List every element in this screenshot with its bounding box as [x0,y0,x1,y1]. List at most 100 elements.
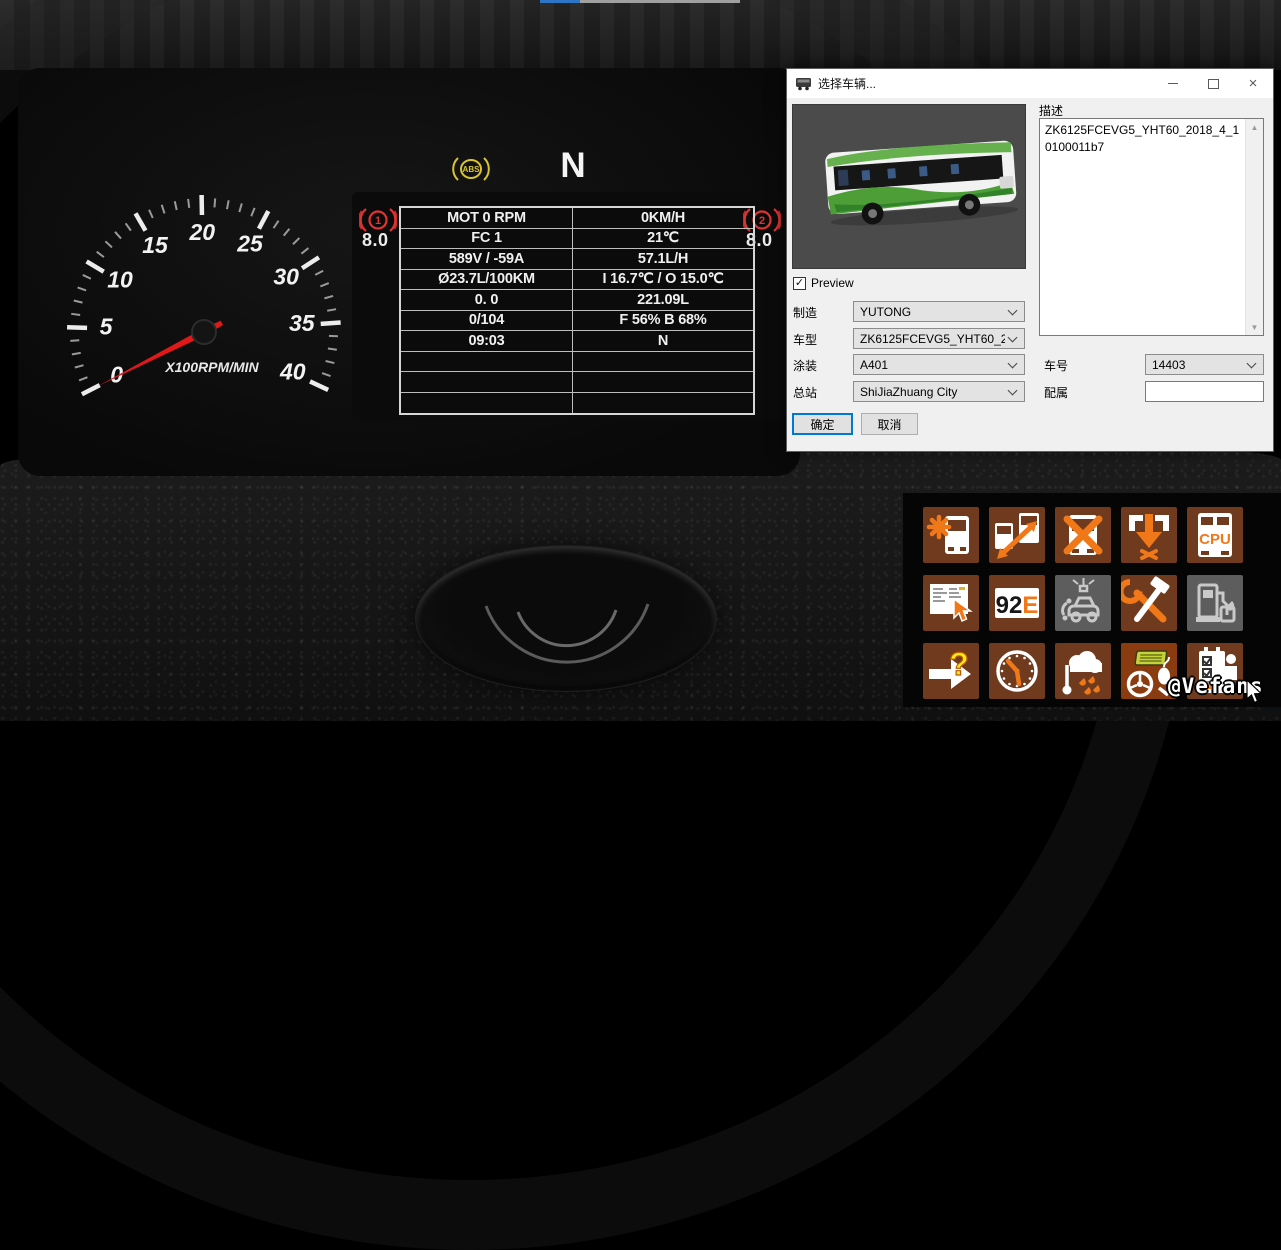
display-cell-right: 21℃ [573,229,753,249]
vehicle-preview-image [792,104,1026,269]
gear-indicator: N [548,146,598,186]
description-text: ZK6125FCEVG5_YHT60_2018_4_10100011b7 [1045,122,1243,156]
minimize-icon [1168,83,1178,84]
ok-button[interactable]: 确定 [792,413,853,435]
display-row: 09:03N [401,331,753,352]
repair-icon[interactable] [1121,575,1177,631]
display-cell-left: 09:03 [401,331,573,351]
preview-checkbox[interactable]: ✓ [793,277,806,290]
tachometer-gauge: 0510152025303540X100RPM/MIN [40,188,370,416]
manufacturer-label: 制造 [793,304,851,321]
svg-text:1: 1 [375,215,381,227]
display-cell-right: F 56% B 68% [573,311,753,331]
bus-window-icon [795,76,812,91]
refuel-icon[interactable] [1187,575,1243,631]
fleet-number-select[interactable]: 14403 [1145,354,1264,375]
display-cell-left: Ø23.7L/100KM [401,270,573,290]
display-cell-right [573,352,753,372]
hub-arcs [416,546,716,691]
svg-text:20: 20 [188,219,215,245]
despawn-vehicle-icon[interactable] [1121,507,1177,563]
display-cell-right [573,393,753,414]
svg-text:ABS: ABS [463,165,481,174]
svg-text:?: ? [949,646,969,682]
scroll-down-icon[interactable]: ▼ [1246,319,1263,335]
minimize-button[interactable] [1153,69,1193,98]
display-row: FC 121℃ [401,229,753,250]
mouse-cursor [1246,680,1264,706]
top-window-strip-blue [540,0,580,3]
top-window-strip-gray [580,0,740,3]
display-cell-right: 57.1L/H [573,249,753,269]
model-select[interactable]: ZK6125FCEVG5_YHT60_2018 [853,328,1025,349]
svg-text:10: 10 [107,267,133,293]
spawn-vehicle-icon[interactable] [923,507,979,563]
svg-text:35: 35 [289,310,316,336]
description-box[interactable]: ZK6125FCEVG5_YHT60_2018_4_10100011b7 ▲ ▼ [1039,118,1264,336]
svg-text:30: 30 [273,264,299,290]
display-cell-left: 0/104 [401,311,573,331]
time-settings-icon[interactable] [989,643,1045,699]
close-icon: × [1249,76,1258,91]
chevron-down-icon [1008,358,1018,368]
display-cell-left: 589V / -59A [401,249,573,269]
livery-select[interactable]: A401 [853,354,1025,375]
svg-text:40: 40 [279,358,306,384]
route-help-icon[interactable]: ? [923,643,979,699]
svg-text:92E: 92E [996,592,1039,619]
ai-vehicle-icon[interactable]: CPU [1187,507,1243,563]
close-button[interactable]: × [1233,69,1273,98]
display-cell-left [401,352,573,372]
display-row: 0/104F 56% B 68% [401,311,753,332]
abs-warning-icon: ABS [450,154,492,184]
display-cell-right [573,372,753,392]
display-cell-left: FC 1 [401,229,573,249]
scroll-up-icon[interactable]: ▲ [1246,119,1263,135]
remove-vehicle-icon[interactable] [1055,507,1111,563]
assignment-label: 配属 [1044,384,1104,401]
svg-text:2: 2 [759,215,765,227]
dialog-title: 选择车辆... [818,75,876,92]
display-row: 589V / -59A57.1L/H [401,249,753,270]
weather-settings-icon[interactable] [1055,643,1111,699]
depot-select[interactable]: ShiJiaZhuang City [853,381,1025,402]
select-vehicle-dialog: 选择车辆... × [786,68,1274,452]
trip-computer-display: MOT 0 RPM0KM/HFC 121℃589V / -59A57.1L/HØ… [399,206,755,415]
display-cell-left [401,372,573,392]
cancel-button[interactable]: 取消 [861,413,918,435]
manufacturer-select[interactable]: YUTONG [853,301,1025,322]
timetable-icon[interactable] [923,575,979,631]
display-cell-right: 221.09L [573,290,753,310]
display-cell-right: 0KM/H [573,208,753,228]
svg-text:X100RPM/MIN: X100RPM/MIN [164,359,259,375]
display-cell-left: 0. 0 [401,290,573,310]
maximize-button[interactable] [1193,69,1233,98]
svg-text:CPU: CPU [1199,531,1231,548]
change-vehicle-icon[interactable] [989,507,1045,563]
destination-sign-icon[interactable]: 92E [989,575,1045,631]
dialog-titlebar[interactable]: 选择车辆... × [787,69,1273,98]
chevron-down-icon [1247,358,1257,368]
brake-pressure-1: 8.0 [362,230,389,251]
livery-value: A401 [860,358,1005,372]
maximize-icon [1208,79,1219,89]
display-row [401,352,753,373]
description-label: 描述 [1039,102,1063,119]
display-cell-left: MOT 0 RPM [401,208,573,228]
depot-value: ShiJiaZhuang City [860,385,1005,399]
display-row [401,372,753,393]
chevron-down-icon [1008,305,1018,315]
assignment-input[interactable] [1145,381,1264,402]
preview-label: Preview [811,276,854,290]
livery-label: 涂装 [793,357,851,374]
tow-call-icon[interactable] [1055,575,1111,631]
svg-text:15: 15 [142,232,169,258]
display-row [401,393,753,414]
svg-text:5: 5 [100,314,114,340]
display-cell-right: N [573,331,753,351]
display-cell-left [401,393,573,414]
model-label: 车型 [793,331,851,348]
display-cell-right: I 16.7℃ / O 15.0℃ [573,270,753,290]
description-scrollbar[interactable]: ▲ ▼ [1245,119,1263,335]
model-value: ZK6125FCEVG5_YHT60_2018 [860,332,1005,346]
